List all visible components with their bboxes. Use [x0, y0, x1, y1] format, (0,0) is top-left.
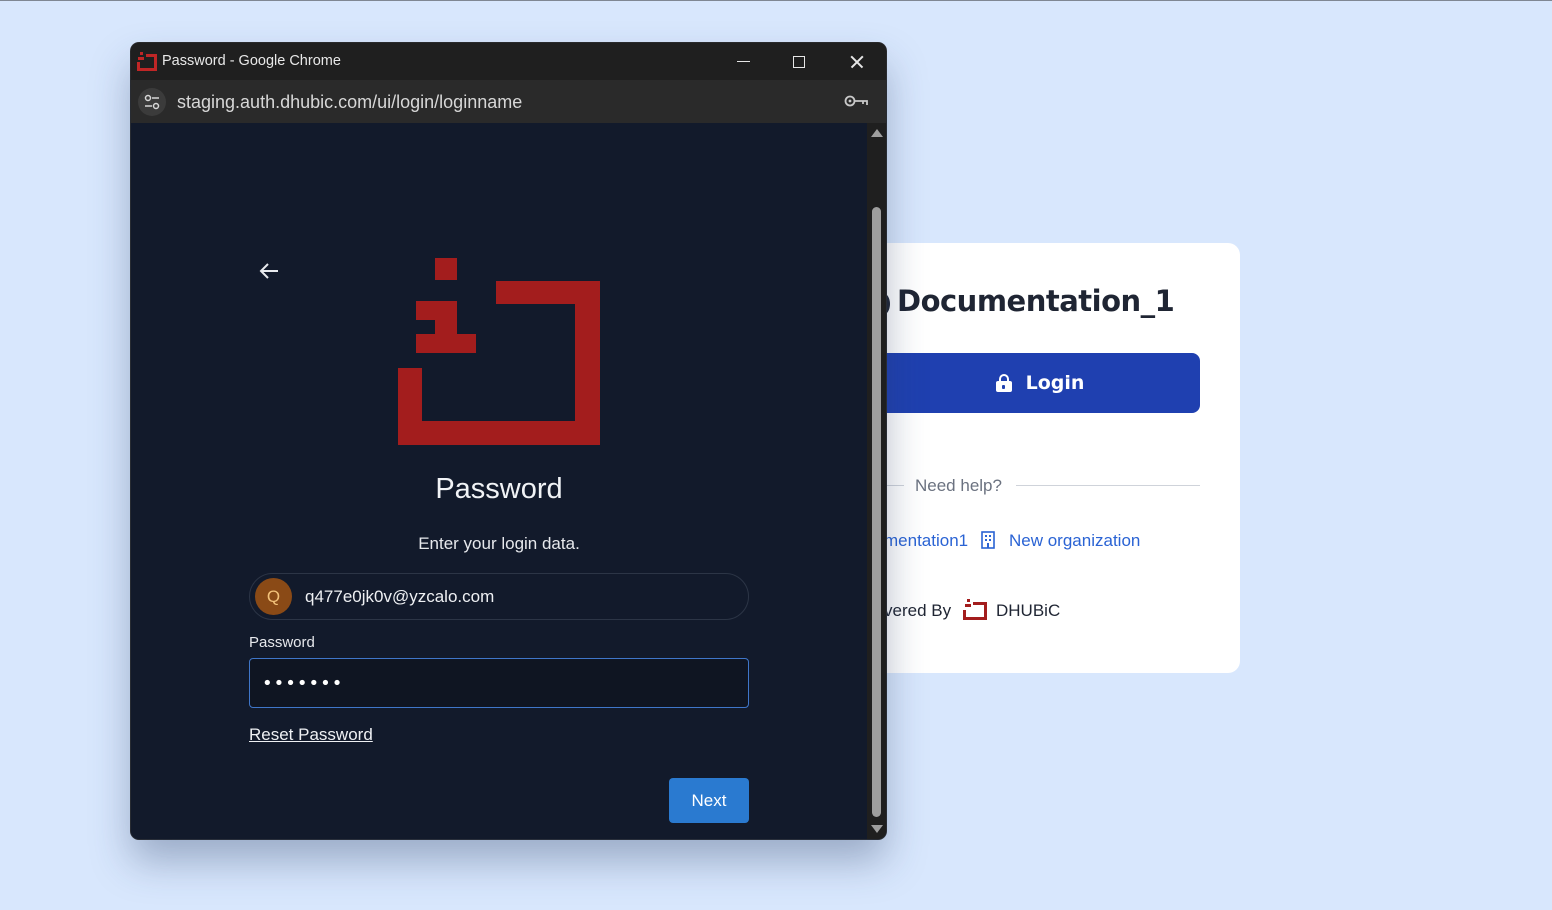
window-title: Password - Google Chrome: [162, 53, 341, 69]
lock-icon: [995, 374, 1012, 392]
scroll-up-arrow-icon[interactable]: [871, 129, 883, 137]
maximize-icon: [793, 55, 805, 68]
minimize-button[interactable]: [715, 43, 771, 80]
tune-icon: [144, 94, 160, 110]
page-title: Password: [435, 473, 563, 505]
url-text[interactable]: staging.auth.dhubic.com/ui/login/loginna…: [177, 92, 522, 113]
password-input[interactable]: •••••••: [249, 658, 749, 708]
login-page: Password Enter your login data. Q q477e0…: [131, 123, 867, 839]
window-titlebar: Password - Google Chrome: [131, 43, 886, 80]
dhubic-favicon-icon: [137, 52, 157, 71]
close-icon: [850, 55, 864, 69]
back-arrow-icon[interactable]: [258, 262, 280, 280]
divider-right: [1016, 485, 1200, 486]
powered-by-text: vered By: [884, 601, 952, 620]
next-button[interactable]: Next: [669, 778, 749, 823]
documentation-link[interactable]: mentation1: [884, 531, 968, 551]
site-info-button[interactable]: [138, 88, 166, 116]
dhubic-logo: [398, 258, 600, 445]
brand-name: DHUBiC: [996, 601, 1061, 620]
reset-password-link[interactable]: Reset Password: [249, 725, 373, 745]
need-help-text: Need help?: [915, 476, 1002, 495]
login-button-label: Login: [1025, 372, 1085, 394]
maximize-button[interactable]: [771, 43, 827, 80]
scroll-down-arrow-icon[interactable]: [871, 825, 883, 833]
org-title: Documentation_1: [897, 284, 1175, 318]
key-icon[interactable]: [844, 94, 868, 108]
close-button[interactable]: [829, 43, 885, 80]
minimize-icon: [736, 60, 750, 63]
scrollbar[interactable]: [867, 123, 886, 839]
password-label: Password: [249, 634, 315, 651]
building-icon: [981, 531, 995, 549]
page-subtitle: Enter your login data.: [418, 534, 580, 553]
chrome-popup-window: Password - Google Chrome staging.auth.dh…: [131, 43, 886, 839]
selected-user-chip[interactable]: Q q477e0jk0v@yzcalo.com: [249, 573, 749, 620]
user-email: q477e0jk0v@yzcalo.com: [305, 587, 495, 606]
dhubic-logo-icon: [963, 599, 987, 620]
new-organization-link[interactable]: New organization: [1009, 531, 1140, 551]
avatar: Q: [255, 578, 292, 615]
scroll-thumb[interactable]: [872, 207, 881, 817]
